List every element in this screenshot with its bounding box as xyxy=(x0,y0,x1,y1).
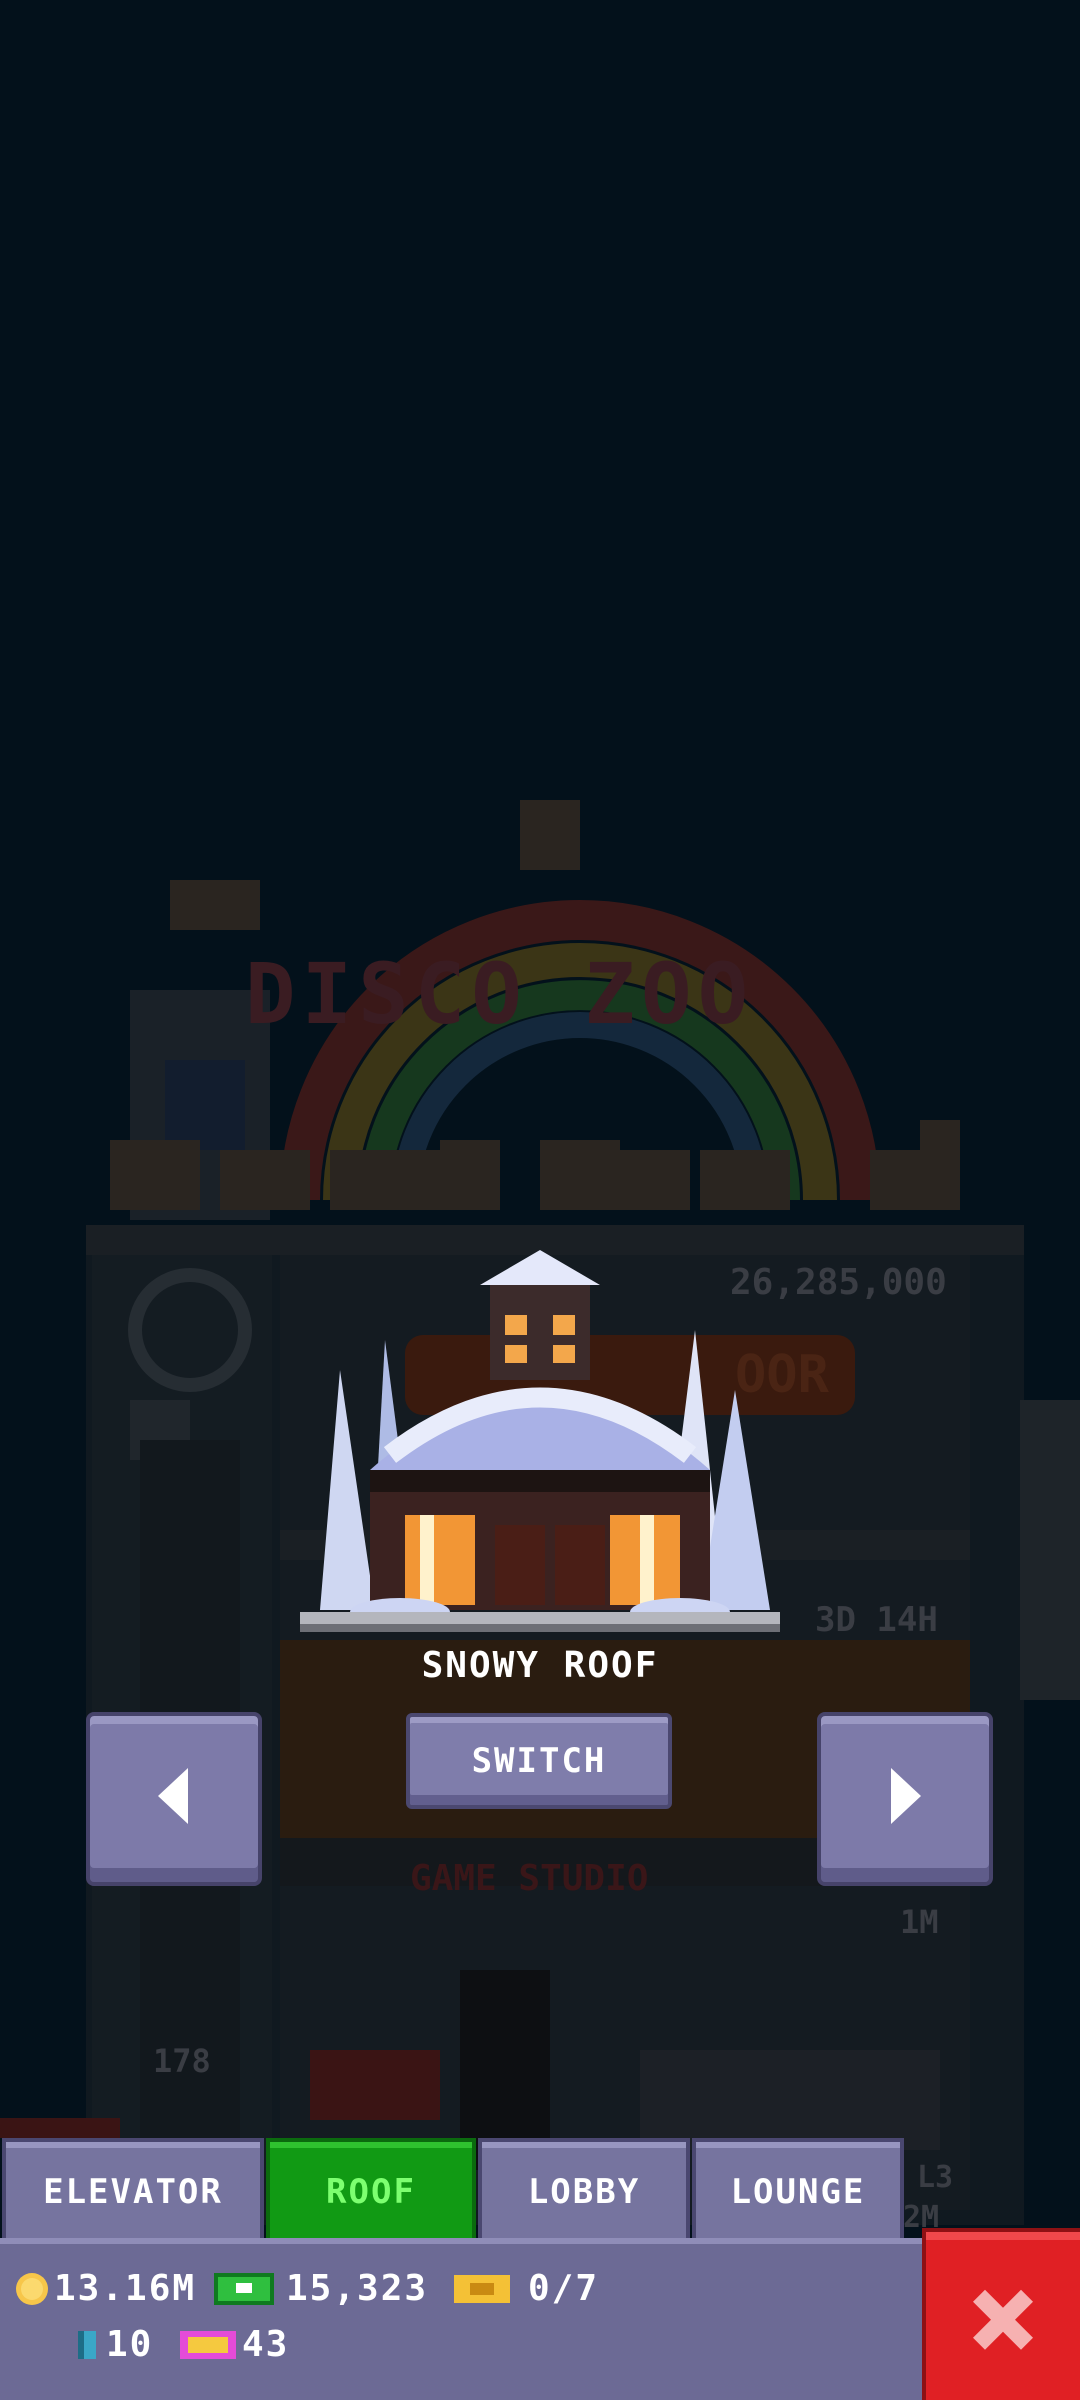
vip-value: 43 xyxy=(242,2324,290,2365)
bux-icon xyxy=(214,2272,274,2305)
roof-name: SNOWY ROOF xyxy=(421,1645,659,1686)
snowy-roof-preview xyxy=(300,1250,780,1632)
close-button[interactable] xyxy=(922,2228,1080,2400)
floor-name: GAME STUDIO xyxy=(410,1858,649,1899)
vip-display: 43 xyxy=(178,2324,289,2365)
side-label-1: L3 xyxy=(917,2160,954,2195)
next-roof-button[interactable] xyxy=(817,1712,993,1886)
zoo-sign: DISCO ZOO xyxy=(245,945,755,1043)
keys-display: 10 xyxy=(72,2324,153,2365)
coin-icon xyxy=(16,2272,48,2305)
vip-ticket-icon xyxy=(180,2330,236,2359)
coins-display: 13.16M xyxy=(14,2268,196,2309)
tab-elevator[interactable]: ELEVATOR xyxy=(2,2138,264,2242)
previous-roof-button[interactable] xyxy=(86,1712,262,1886)
floor-value: 1M xyxy=(900,1903,939,1941)
floor-timer: 3D 14H xyxy=(815,1600,938,1640)
arrow-right-icon xyxy=(891,1768,921,1824)
tab-lounge[interactable]: LOUNGE xyxy=(692,2138,904,2242)
coins-value: 13.16M xyxy=(54,2268,197,2309)
tab-lobby[interactable]: LOBBY xyxy=(478,2138,690,2242)
tickets-value: 0/7 xyxy=(528,2268,600,2309)
floor-number: 178 xyxy=(153,2042,211,2080)
close-icon xyxy=(973,2289,1033,2350)
tickets-display: 0/7 xyxy=(452,2268,599,2309)
bux-value: 15,323 xyxy=(286,2268,429,2309)
keys-value: 10 xyxy=(106,2324,154,2365)
key-icon xyxy=(78,2330,96,2359)
tab-roof[interactable]: ROOF xyxy=(266,2138,476,2242)
golden-ticket-icon xyxy=(454,2274,510,2303)
switch-button[interactable]: SWITCH xyxy=(406,1713,672,1809)
currency-bar xyxy=(0,2238,930,2400)
background-tower xyxy=(0,800,1080,2225)
arrow-left-icon xyxy=(158,1768,188,1824)
bux-display: 15,323 xyxy=(212,2268,428,2309)
